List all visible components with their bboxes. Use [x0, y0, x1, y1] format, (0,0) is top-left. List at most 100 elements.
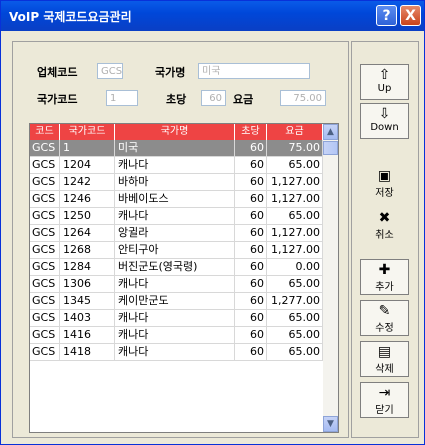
help-icon: ?: [382, 8, 391, 24]
close-window-button[interactable]: X: [400, 5, 421, 26]
table-row[interactable]: GCS 1250 캐나다 60 65.00: [30, 208, 323, 225]
cell-rate: 65.00: [267, 344, 323, 361]
table-row[interactable]: GCS 1204 캐나다 60 65.00: [30, 157, 323, 174]
country-code-field[interactable]: 1: [106, 90, 138, 106]
per-second-field[interactable]: 60: [201, 90, 226, 106]
close-button[interactable]: ⇥ 닫기: [360, 382, 409, 418]
cell-country-name: 앙귈라: [115, 225, 235, 242]
table-row[interactable]: GCS 1416 캐나다 60 65.00: [30, 327, 323, 344]
down-button-label: Down: [370, 122, 399, 133]
cancel-button[interactable]: ✖ 취소: [360, 208, 409, 244]
cell-per-second: 60: [235, 225, 267, 242]
cell-rate: 0.00: [267, 259, 323, 276]
cell-code: GCS: [30, 259, 60, 276]
rate-label: 요금: [233, 93, 254, 106]
delete-button[interactable]: ▤ 삭제: [360, 341, 409, 377]
add-button[interactable]: ✚ 추가: [360, 259, 409, 295]
cell-per-second: 60: [235, 242, 267, 259]
rate-table: 코드 국가코드 국가명 초당 요금 GCS 1 미국 60 75.00 GCS …: [29, 123, 339, 433]
per-second-label: 초당: [166, 93, 187, 106]
save-button[interactable]: ▣ 저장: [360, 166, 409, 202]
vertical-scrollbar[interactable]: ▲ ▼: [323, 124, 338, 432]
cell-per-second: 60: [235, 157, 267, 174]
window-title: VoIP 국제코드요금관리: [9, 10, 132, 24]
cell-country-code: 1418: [60, 344, 115, 361]
cell-country-name: 안티구아: [115, 242, 235, 259]
cell-country-code: 1345: [60, 293, 115, 310]
table-row[interactable]: GCS 1418 캐나다 60 65.00: [30, 344, 323, 361]
save-button-label: 저장: [375, 188, 394, 199]
cancel-icon: ✖: [378, 210, 391, 226]
cell-country-name: 미국: [115, 140, 235, 157]
cell-per-second: 60: [235, 276, 267, 293]
table-row[interactable]: GCS 1264 앙귈라 60 1,127.00: [30, 225, 323, 242]
header-rate[interactable]: 요금: [267, 124, 323, 140]
table-row[interactable]: GCS 1242 바하마 60 1,127.00: [30, 174, 323, 191]
cell-rate: 65.00: [267, 208, 323, 225]
cell-country-code: 1284: [60, 259, 115, 276]
table-row[interactable]: GCS 1246 바베이도스 60 1,127.00: [30, 191, 323, 208]
scroll-thumb[interactable]: [323, 141, 338, 155]
up-button-label: Up: [377, 83, 392, 94]
cell-rate: 75.00: [267, 140, 323, 157]
table-row[interactable]: GCS 1403 캐나다 60 65.00: [30, 310, 323, 327]
header-per-second[interactable]: 초당: [235, 124, 267, 140]
cell-code: GCS: [30, 242, 60, 259]
cell-code: GCS: [30, 140, 60, 157]
cell-rate: 65.00: [267, 276, 323, 293]
table-row[interactable]: GCS 1284 버진군도(영국령) 60 0.00: [30, 259, 323, 276]
cell-country-name: 캐나다: [115, 208, 235, 225]
cell-country-code: 1242: [60, 174, 115, 191]
header-country-name[interactable]: 국가명: [115, 124, 235, 140]
edit-button[interactable]: ✎ 수정: [360, 300, 409, 336]
cell-code: GCS: [30, 208, 60, 225]
table-row[interactable]: GCS 1 미국 60 75.00: [30, 140, 323, 157]
country-code-label: 국가코드: [37, 93, 78, 106]
table-row[interactable]: GCS 1268 안티구아 60 1,127.00: [30, 242, 323, 259]
down-button[interactable]: ⇩ Down: [360, 103, 409, 139]
cell-per-second: 60: [235, 191, 267, 208]
company-code-field[interactable]: GCS: [97, 63, 123, 79]
cell-country-name: 캐나다: [115, 276, 235, 293]
company-code-label: 업체코드: [37, 66, 78, 79]
header-code[interactable]: 코드: [30, 124, 60, 140]
scroll-up-button[interactable]: ▲: [323, 124, 338, 140]
cell-per-second: 60: [235, 140, 267, 157]
cell-code: GCS: [30, 276, 60, 293]
cell-rate: 65.00: [267, 157, 323, 174]
cell-country-code: 1268: [60, 242, 115, 259]
country-name-field[interactable]: 미국: [198, 63, 310, 79]
cell-code: GCS: [30, 293, 60, 310]
cell-per-second: 60: [235, 293, 267, 310]
exit-icon: ⇥: [378, 385, 391, 401]
cell-rate: 1,127.00: [267, 242, 323, 259]
rate-field[interactable]: 75.00: [280, 90, 326, 106]
cell-rate: 1,127.00: [267, 174, 323, 191]
cell-country-code: 1416: [60, 327, 115, 344]
cell-code: GCS: [30, 310, 60, 327]
table-row[interactable]: GCS 1306 캐나다 60 65.00: [30, 276, 323, 293]
table-row[interactable]: GCS 1345 케이만군도 60 1,277.00: [30, 293, 323, 310]
cell-country-name: 캐나다: [115, 157, 235, 174]
cell-per-second: 60: [235, 259, 267, 276]
scroll-down-button[interactable]: ▼: [323, 416, 338, 432]
cell-country-name: 캐나다: [115, 310, 235, 327]
cell-country-code: 1: [60, 140, 115, 157]
cell-per-second: 60: [235, 174, 267, 191]
cell-country-code: 1403: [60, 310, 115, 327]
cell-per-second: 60: [235, 344, 267, 361]
cell-country-name: 캐나다: [115, 344, 235, 361]
add-icon: ✚: [378, 262, 391, 278]
help-button[interactable]: ?: [376, 5, 397, 26]
cell-code: GCS: [30, 157, 60, 174]
title-bar[interactable]: VoIP 국제코드요금관리 ? X: [1, 1, 424, 31]
cell-country-name: 케이만군도: [115, 293, 235, 310]
cell-code: GCS: [30, 225, 60, 242]
up-button[interactable]: ⇧ Up: [360, 64, 409, 100]
cell-code: GCS: [30, 344, 60, 361]
header-country-code[interactable]: 국가코드: [60, 124, 115, 140]
cell-country-name: 캐나다: [115, 327, 235, 344]
cell-country-code: 1264: [60, 225, 115, 242]
cell-rate: 1,127.00: [267, 191, 323, 208]
save-icon: ▣: [377, 168, 392, 184]
